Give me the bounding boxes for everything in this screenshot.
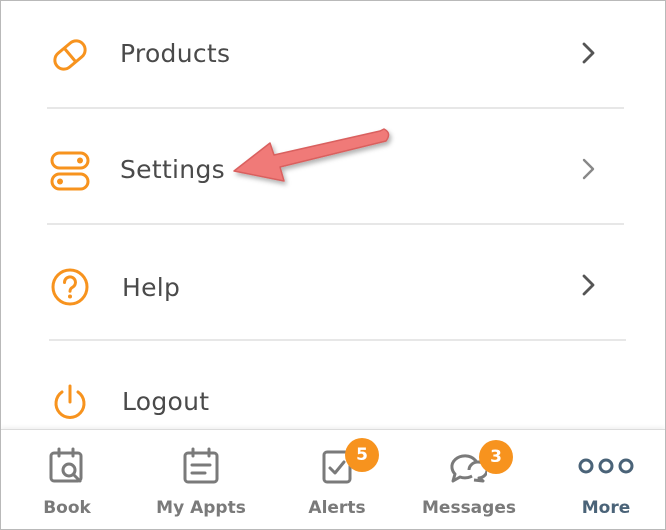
tab-label: Messages [422,498,516,518]
menu-item-label: Help [122,273,181,302]
tab-messages[interactable]: 3 Messages [413,430,525,529]
tab-more[interactable]: More [561,430,651,529]
calendar-list-icon [183,447,219,484]
divider [49,339,626,341]
tab-label: Alerts [308,498,366,518]
menu-item-help[interactable]: Help [1,233,665,349]
app-frame: Products Settings Help Logout Book My Ap… [0,0,666,530]
more-dots-icon [578,458,634,474]
tab-my-appts[interactable]: My Appts [141,430,261,529]
settings-toggle-icon [50,151,90,191]
tab-label: More [581,498,631,518]
power-icon [54,384,86,419]
bottom-tab-bar: Book My Appts 5 Alerts 3 Messages More [1,429,665,529]
calendar-search-icon [49,447,83,483]
tab-label: Book [43,498,91,518]
menu-item-label: Logout [122,387,210,416]
products-pill-icon [53,39,87,71]
tab-alerts[interactable]: 5 Alerts [287,430,387,529]
menu-item-label: Settings [120,155,225,184]
annotation-arrow [233,128,390,182]
alerts-badge: 5 [345,438,379,472]
chevron-right-icon [582,274,595,296]
chevron-right-icon [582,158,595,180]
tab-label: My Appts [156,498,246,518]
divider [47,107,624,109]
messages-badge: 3 [479,440,513,474]
divider [47,223,624,225]
menu-item-products[interactable]: Products [1,1,665,117]
menu-item-label: Products [120,39,231,68]
tab-book[interactable]: Book [17,430,117,529]
help-question-icon [51,268,89,306]
chevron-right-icon [582,42,595,64]
